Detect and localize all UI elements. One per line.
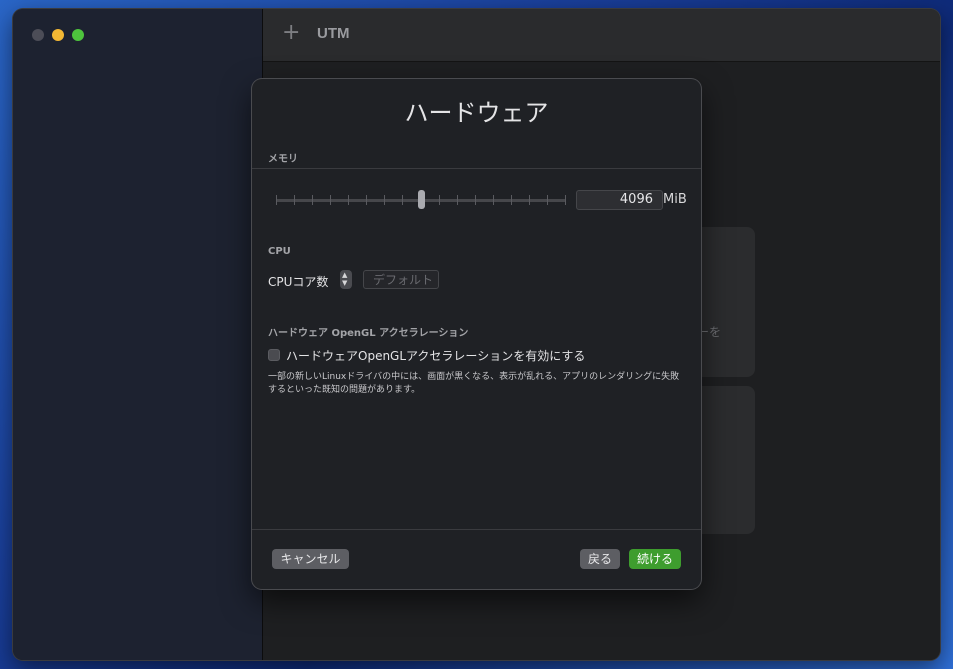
opengl-checkbox-label[interactable]: ハードウェアOpenGLアクセラレーションを有効にする [286, 347, 585, 364]
memory-section-label: メモリ [268, 154, 298, 165]
toolbar: + UTM [263, 9, 940, 62]
slider-knob[interactable] [418, 190, 425, 209]
app-title: UTM [317, 25, 350, 42]
slider-tick [348, 195, 349, 205]
chevron-up-icon[interactable]: ▲ [342, 272, 347, 279]
minimize-window-button[interactable] [52, 29, 64, 41]
footer-divider [252, 529, 701, 530]
back-button[interactable]: 戻る [580, 549, 620, 569]
cpu-cores-label: CPUコア数 [268, 275, 329, 289]
slider-tick [493, 195, 494, 205]
sidebar [13, 9, 263, 660]
dialog-title: ハードウェア [404, 99, 549, 127]
hardware-dialog: ハードウェア メモリ 4096 MiB CPU CPUコア数 ▲ ▼ デフォルト… [252, 79, 701, 589]
slider-tick [276, 195, 277, 205]
slider-tick [547, 195, 548, 205]
plus-icon[interactable]: + [282, 20, 300, 46]
slider-tick [511, 195, 512, 205]
divider [252, 168, 701, 169]
close-window-button[interactable] [32, 29, 44, 41]
cpu-cores-input[interactable]: デフォルト [363, 270, 439, 289]
slider-tick [475, 195, 476, 205]
slider-tick [529, 195, 530, 205]
slider-tick [294, 195, 295, 205]
slider-tick [439, 195, 440, 205]
continue-button[interactable]: 続ける [629, 549, 681, 569]
opengl-section-label: ハードウェア OpenGL アクセラレーション [268, 328, 469, 339]
background-card [693, 386, 755, 534]
cpu-cores-stepper[interactable]: ▲ ▼ [340, 270, 352, 289]
opengl-warning-note: 一部の新しいLinuxドライバの中には、画面が黒くなる、表示が乱れる、アプリのレ… [268, 372, 680, 395]
zoom-window-button[interactable] [72, 29, 84, 41]
memory-slider[interactable] [276, 189, 566, 211]
background-card: リーを [685, 227, 755, 377]
memory-input[interactable]: 4096 [576, 190, 663, 210]
slider-tick [330, 195, 331, 205]
slider-tick [402, 195, 403, 205]
slider-tick [312, 195, 313, 205]
opengl-checkbox[interactable] [268, 349, 280, 361]
slider-tick [457, 195, 458, 205]
slider-tick [565, 195, 566, 205]
slider-tick [384, 195, 385, 205]
memory-unit-label: MiB [663, 192, 687, 207]
cancel-button[interactable]: キャンセル [272, 549, 349, 569]
slider-tick [366, 195, 367, 205]
cpu-section-label: CPU [268, 246, 291, 257]
chevron-down-icon[interactable]: ▼ [342, 280, 347, 287]
